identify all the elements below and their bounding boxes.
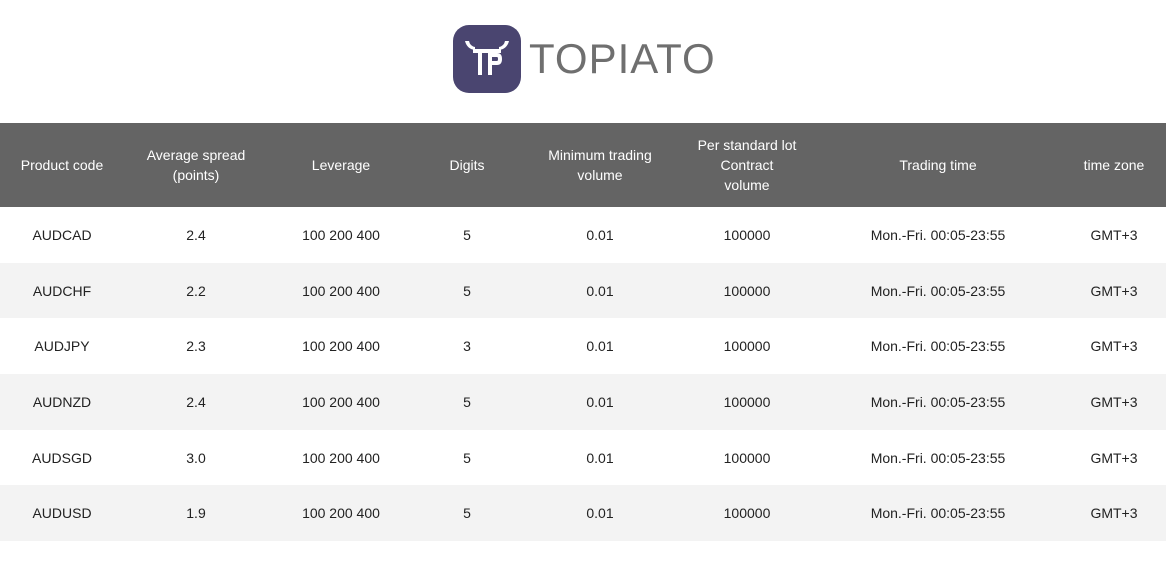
cell-minimum-trading-volume: 0.01 <box>520 485 680 542</box>
header-label-line: Digits <box>449 157 485 173</box>
cell-time-zone: GMT+3 <box>1062 207 1166 263</box>
cell-minimum-trading-volume: 0.01 <box>520 262 680 319</box>
cell-time-zone: GMT+3 <box>1062 485 1166 542</box>
logo-glyph <box>465 41 509 75</box>
cell-average-spread: 1.9 <box>124 485 268 542</box>
cell-contract-volume: 100000 <box>680 207 814 263</box>
cell-leverage: 100 200 400 <box>268 207 414 263</box>
table-row: AUDCHF 2.2 100 200 400 5 0.01 100000 Mon.-Fri.… <box>0 262 1166 319</box>
header-label-line: Average spread <box>146 147 246 163</box>
header-label-line: volume <box>724 177 770 193</box>
cell-average-spread: 3.0 <box>124 429 268 486</box>
cell-trading-time: Mon.-Fri. 00:05-23:55 <box>814 374 1062 430</box>
cell-time-zone: GMT+3 <box>1062 429 1166 486</box>
header-trading-time: Trading time <box>814 123 1062 207</box>
cell-digits: 5 <box>414 485 520 542</box>
cell-digits: 3 <box>414 318 520 375</box>
cell-digits: 5 <box>414 374 520 430</box>
cell-leverage: 100 200 400 <box>268 374 414 430</box>
table-row: AUDSGD 3.0 100 200 400 5 0.01 100000 Mon.-Fri.… <box>0 429 1166 486</box>
header-label-line: Leverage <box>311 157 371 173</box>
right-margin <box>1166 123 1170 561</box>
cell-digits: 5 <box>414 207 520 263</box>
table-row: AUDJPY 2.3 100 200 400 3 0.01 100000 Mon.-Fri.… <box>0 318 1166 375</box>
cell-minimum-trading-volume: 0.01 <box>520 318 680 375</box>
cell-trading-time: Mon.-Fri. 00:05-23:55 <box>814 318 1062 375</box>
cell-leverage: 100 200 400 <box>268 485 414 542</box>
header-label-line: Trading time <box>899 157 977 173</box>
cell-leverage: 100 200 400 <box>268 429 414 486</box>
page: TOPIATO Product code Average spread (point… <box>0 0 1170 561</box>
cell-contract-volume: 100000 <box>680 429 814 486</box>
header-time-zone: time zone <box>1062 123 1166 207</box>
cell-time-zone: GMT+3 <box>1062 374 1166 430</box>
cell-product-code: AUDCAD <box>0 207 124 263</box>
cell-average-spread: 2.4 <box>124 374 268 430</box>
cell-trading-time: Mon.-Fri. 00:05-23:55 <box>814 262 1062 319</box>
cell-product-code: AUDSGD <box>0 429 124 486</box>
cell-time-zone: GMT+3 <box>1062 262 1166 319</box>
instrument-spec-table: Product code Average spread (points) Levera… <box>0 123 1166 542</box>
table-header-row: Product code Average spread (points) Levera… <box>0 123 1166 207</box>
cell-product-code: AUDCHF <box>0 262 124 319</box>
header-label-line: (points) <box>172 167 220 183</box>
cell-contract-volume: 100000 <box>680 485 814 542</box>
cell-average-spread: 2.4 <box>124 207 268 263</box>
cell-minimum-trading-volume: 0.01 <box>520 429 680 486</box>
cell-leverage: 100 200 400 <box>268 318 414 375</box>
bottom-margin <box>0 541 1166 561</box>
cell-time-zone: GMT+3 <box>1062 318 1166 375</box>
cell-average-spread: 2.3 <box>124 318 268 375</box>
header-leverage: Leverage <box>268 123 414 207</box>
cell-trading-time: Mon.-Fri. 00:05-23:55 <box>814 207 1062 263</box>
cell-contract-volume: 100000 <box>680 318 814 375</box>
topiato-bull-logo-icon <box>453 25 521 93</box>
cell-product-code: AUDNZD <box>0 374 124 430</box>
cell-contract-volume: 100000 <box>680 262 814 319</box>
cell-trading-time: Mon.-Fri. 00:05-23:55 <box>814 485 1062 542</box>
header-label-line: Product code <box>20 157 104 173</box>
cell-product-code: AUDUSD <box>0 485 124 542</box>
cell-minimum-trading-volume: 0.01 <box>520 374 680 430</box>
brand-name: TOPIATO <box>529 35 716 82</box>
table-row: AUDCAD 2.4 100 200 400 5 0.01 100000 Mon.-Fri.… <box>0 207 1166 263</box>
cell-digits: 5 <box>414 262 520 319</box>
table-body: AUDCAD 2.4 100 200 400 5 0.01 100000 Mon.-Fri.… <box>0 207 1166 542</box>
header-label-line: Contract <box>720 157 774 173</box>
header-contract-volume: Per standard lot Contract volume <box>680 123 814 207</box>
header-minimum-trading-volume: Minimum trading volume <box>520 123 680 207</box>
brand-header: TOPIATO <box>453 24 716 94</box>
cell-leverage: 100 200 400 <box>268 262 414 319</box>
cell-minimum-trading-volume: 0.01 <box>520 207 680 263</box>
header-label-line: time zone <box>1083 157 1145 173</box>
cell-contract-volume: 100000 <box>680 374 814 430</box>
cell-digits: 5 <box>414 429 520 486</box>
header-digits: Digits <box>414 123 520 207</box>
header-label-line: volume <box>577 167 623 183</box>
cell-product-code: AUDJPY <box>0 318 124 375</box>
header-product-code: Product code <box>0 123 124 207</box>
cell-trading-time: Mon.-Fri. 00:05-23:55 <box>814 429 1062 486</box>
header-average-spread: Average spread (points) <box>124 123 268 207</box>
header-label-line: Minimum trading <box>548 147 652 163</box>
header-label-line: Per standard lot <box>697 137 797 153</box>
table-row: AUDNZD 2.4 100 200 400 5 0.01 100000 Mon.-Fri.… <box>0 374 1166 430</box>
cell-average-spread: 2.2 <box>124 262 268 319</box>
table-row: AUDUSD 1.9 100 200 400 5 0.01 100000 Mon.-Fri.… <box>0 485 1166 542</box>
